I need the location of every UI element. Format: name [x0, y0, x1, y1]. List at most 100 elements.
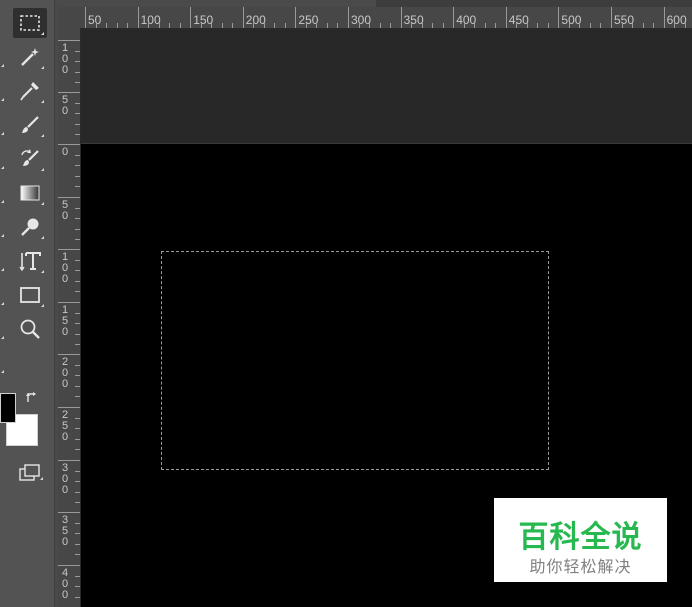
ruler-minor-tick — [537, 23, 539, 28]
ruler-minor-tick — [75, 364, 80, 366]
ruler-label: 5 0 — [61, 94, 69, 117]
ruler-minor-tick — [75, 554, 80, 555]
ruler-minor-tick — [75, 123, 80, 125]
ruler-minor-tick — [148, 23, 150, 28]
ruler-minor-tick — [75, 186, 80, 187]
ruler-minor-tick — [75, 323, 80, 324]
ruler-minor-tick — [75, 470, 80, 472]
ruler-minor-tick — [75, 491, 80, 493]
ruler-major-tick — [58, 197, 80, 198]
eyedropper-tool[interactable] — [13, 76, 47, 106]
ruler-minor-tick — [75, 428, 80, 429]
ruler-label: 0 — [61, 146, 69, 158]
history-brush-tool[interactable] — [13, 144, 47, 174]
vertical-type-icon — [19, 252, 41, 272]
ruler-major-tick — [58, 565, 80, 566]
watermark-subtitle: 助你轻松解决 — [529, 557, 632, 576]
ruler-minor-tick — [75, 522, 80, 524]
marquee-selection[interactable] — [161, 251, 549, 470]
ruler-minor-tick — [274, 23, 276, 28]
swap-colors-icon[interactable] — [25, 390, 39, 404]
magic-wand-icon — [21, 48, 39, 66]
ruler-major-tick — [400, 7, 402, 28]
ruler-minor-tick — [75, 207, 80, 209]
rectangle-tool[interactable] — [13, 280, 47, 310]
ruler-minor-tick — [158, 23, 160, 28]
ruler-label: 400 — [456, 13, 477, 27]
gradient-tool[interactable] — [13, 178, 47, 208]
ruler-minor-tick — [75, 502, 80, 503]
watermark-title: 百科全说 — [518, 520, 643, 555]
ruler-major-tick — [663, 7, 665, 28]
ruler-minor-tick — [463, 23, 465, 28]
ruler-major-tick — [295, 7, 297, 28]
ruler-minor-tick — [75, 396, 80, 397]
ruler-minor-tick — [642, 23, 644, 28]
ruler-minor-tick — [75, 375, 80, 376]
watermark-logo: 百科全说 助你轻松解决 — [494, 498, 667, 582]
ruler-minor-tick — [432, 23, 434, 28]
ruler-minor-tick — [684, 23, 686, 28]
ruler-label: 1 0 0 — [61, 42, 69, 76]
ruler-minor-tick — [75, 82, 80, 83]
ruler-minor-tick — [495, 23, 497, 28]
zoom-tool[interactable] — [13, 314, 47, 344]
ruler-minor-tick — [379, 23, 381, 28]
ruler-minor-tick — [326, 23, 328, 28]
ruler-minor-tick — [75, 134, 80, 135]
ruler-minor-tick — [568, 23, 570, 28]
ruler-minor-tick — [632, 23, 634, 28]
gradient-icon — [20, 185, 40, 201]
ruler-minor-tick — [211, 23, 213, 28]
ruler-label: 450 — [508, 13, 529, 27]
ruler-label: 4 0 0 — [61, 567, 69, 601]
ruler-label: 100 — [140, 13, 161, 27]
ruler-major-tick — [58, 302, 80, 303]
ruler-label: 5 0 — [61, 199, 69, 222]
ruler-label: 3 5 0 — [61, 514, 69, 548]
ruler-minor-tick — [75, 102, 80, 104]
eyedropper-icon — [20, 82, 39, 101]
ruler-minor-tick — [358, 23, 360, 28]
screen-mode-icon[interactable] — [18, 462, 44, 484]
ruler-minor-tick — [442, 23, 444, 28]
brush-icon — [22, 116, 39, 133]
ruler-minor-tick — [526, 23, 528, 28]
ruler-label: 350 — [403, 13, 424, 27]
ruler-minor-tick — [75, 543, 80, 545]
dodge-icon — [21, 218, 39, 236]
ruler-minor-tick — [75, 575, 80, 577]
ruler-minor-tick — [547, 23, 549, 28]
tools-panel — [0, 0, 55, 607]
ruler-label: 3 0 0 — [61, 462, 69, 496]
ruler-minor-tick — [75, 596, 80, 598]
ruler-minor-tick — [484, 23, 486, 28]
ruler-minor-tick — [95, 23, 97, 28]
type-tool[interactable] — [13, 246, 47, 276]
ruler-minor-tick — [653, 23, 655, 28]
horizontal-ruler[interactable]: 50 100 150 200 250 300 350 400 450 500 550 600 — [58, 7, 692, 29]
brush-tool[interactable] — [13, 110, 47, 140]
ruler-label: 200 — [245, 13, 266, 27]
document-tab-edge — [58, 0, 376, 7]
ruler-minor-tick — [75, 312, 80, 314]
ruler-minor-tick — [75, 113, 80, 114]
ruler-minor-tick — [621, 23, 623, 28]
magic-wand-tool[interactable] — [13, 42, 47, 72]
ruler-minor-tick — [169, 23, 171, 28]
ruler-major-tick — [58, 40, 80, 41]
rectangular-marquee-tool[interactable] — [13, 8, 47, 38]
vertical-ruler[interactable]: 1 0 0 5 0 0 5 0 1 0 0 1 5 0 2 0 0 2 5 0 3 0 0 3 5… — [58, 28, 81, 607]
pasteboard — [81, 29, 692, 143]
dodge-tool[interactable] — [13, 212, 47, 242]
ruler-minor-tick — [75, 50, 80, 52]
ruler-major-tick — [58, 354, 80, 355]
ruler-minor-tick — [516, 23, 518, 28]
foreground-color-swatch[interactable] — [0, 393, 16, 423]
ruler-label: 300 — [351, 13, 372, 27]
ruler-minor-tick — [179, 23, 181, 28]
ruler-major-tick — [190, 7, 192, 28]
ruler-label: 550 — [614, 13, 635, 27]
ruler-minor-tick — [674, 23, 676, 28]
ruler-minor-tick — [253, 23, 255, 28]
